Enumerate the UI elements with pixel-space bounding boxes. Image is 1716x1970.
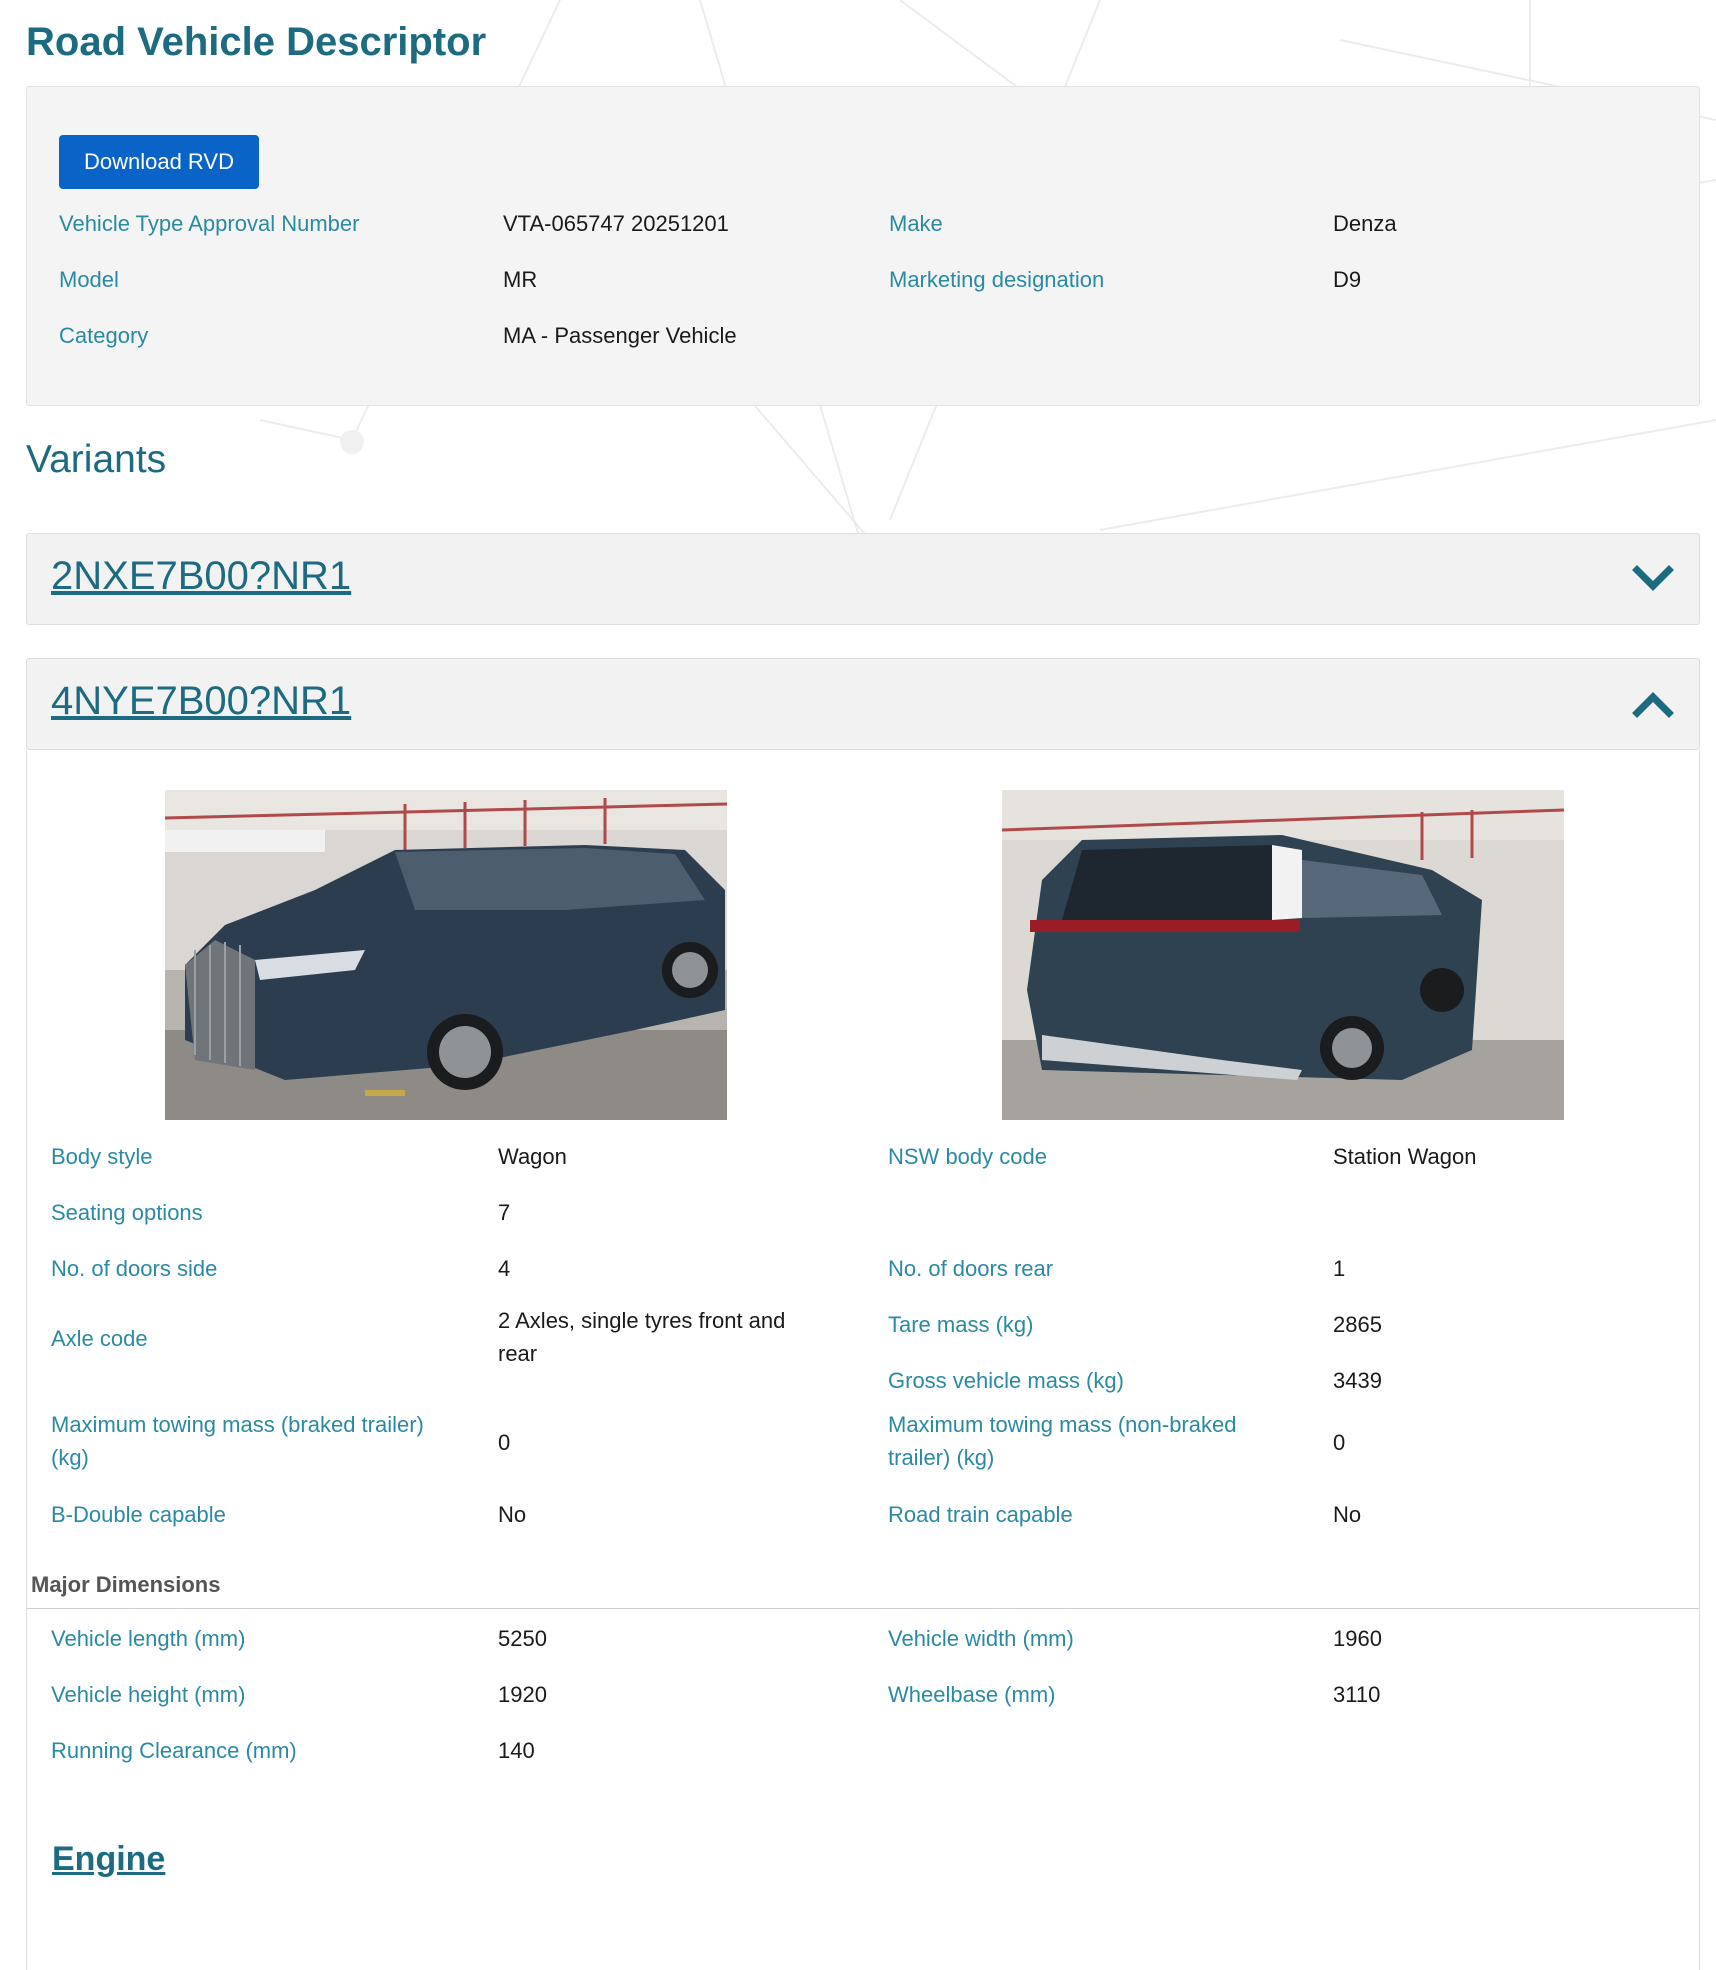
vehicle-height-label: Vehicle height (mm) [51,1682,246,1707]
variant-link[interactable]: 2NXE7B00?NR1 [51,554,351,599]
tare-mass-label: Tare mass (kg) [888,1312,1034,1337]
doors-side-label: No. of doors side [51,1256,218,1281]
vehicle-width-label: Vehicle width (mm) [888,1626,1074,1651]
variant-header-expanded[interactable]: 4NYE7B00?NR1 [26,658,1700,750]
b-double-value: No [498,1502,527,1527]
wheelbase-label: Wheelbase (mm) [888,1682,1056,1707]
gross-vehicle-mass-value: 3439 [1333,1368,1382,1393]
category-value: MA - Passenger Vehicle [503,323,737,348]
page-root: Road Vehicle Descriptor Download RVD Veh… [0,0,1716,1970]
doors-rear-label: No. of doors rear [888,1256,1054,1281]
vehicle-height-value: 1920 [498,1682,547,1707]
vehicle-length-label: Vehicle length (mm) [51,1626,246,1651]
running-clearance-value: 140 [498,1738,535,1763]
road-train-value: No [1333,1502,1362,1527]
vehicle-front-photo [165,790,727,1120]
seating-options-label: Seating options [51,1200,203,1225]
nsw-body-code-label: NSW body code [888,1144,1047,1169]
b-double-label: B-Double capable [51,1502,226,1527]
axle-code-value-line1: 2 Axles, single tyres front and [498,1308,786,1333]
body-style-label: Body style [51,1144,153,1169]
seating-options-value: 7 [498,1200,511,1225]
variant-detail-panel: Body style Wagon NSW body code Station W… [26,750,1700,1970]
divider [27,1608,1699,1609]
nsw-body-code-value: Station Wagon [1333,1144,1477,1169]
chevron-up-icon[interactable] [1631,681,1675,725]
running-clearance-label: Running Clearance (mm) [51,1738,297,1763]
marketing-designation-label: Marketing designation [889,267,1105,292]
engine-link[interactable]: Engine [52,1840,165,1879]
summary-panel: Download RVD Vehicle Type Approval Numbe… [26,86,1700,406]
variant-link[interactable]: 4NYE7B00?NR1 [51,679,351,724]
vehicle-rear-photo [1002,790,1564,1120]
body-style-value: Wagon [498,1144,567,1169]
vta-label: Vehicle Type Approval Number [59,211,360,236]
major-dimensions-heading: Major Dimensions [31,1572,221,1597]
wheelbase-value: 3110 [1333,1682,1381,1707]
doors-rear-value: 1 [1333,1256,1346,1281]
marketing-designation-value: D9 [1333,267,1362,292]
download-rvd-button[interactable]: Download RVD [59,135,259,189]
model-label: Model [59,267,119,292]
tow-braked-value: 0 [498,1430,511,1455]
variants-heading: Variants [26,438,167,481]
tow-braked-label-line2: (kg) [51,1445,89,1470]
axle-code-value-line2: rear [498,1341,538,1366]
vta-value: VTA-065747 20251201 [503,211,729,236]
vehicle-width-value: 1960 [1333,1626,1382,1651]
gross-vehicle-mass-label: Gross vehicle mass (kg) [888,1368,1124,1393]
axle-code-label: Axle code [51,1326,148,1351]
variant-header-collapsed[interactable]: 2NXE7B00?NR1 [26,533,1700,625]
make-label: Make [889,211,943,236]
model-value: MR [503,267,538,292]
doors-side-value: 4 [498,1256,511,1281]
page-title: Road Vehicle Descriptor [26,20,487,64]
road-train-label: Road train capable [888,1502,1073,1527]
make-value: Denza [1333,211,1397,236]
tow-braked-label-line1: Maximum towing mass (braked trailer) [51,1412,424,1437]
tow-unbraked-value: 0 [1333,1430,1346,1455]
tare-mass-value: 2865 [1333,1312,1382,1337]
vehicle-length-value: 5250 [498,1626,547,1651]
tow-unbraked-label-line2: trailer) (kg) [888,1445,995,1470]
tow-unbraked-label-line1: Maximum towing mass (non-braked [888,1412,1237,1437]
chevron-down-icon[interactable] [1631,556,1675,600]
category-label: Category [59,323,149,348]
